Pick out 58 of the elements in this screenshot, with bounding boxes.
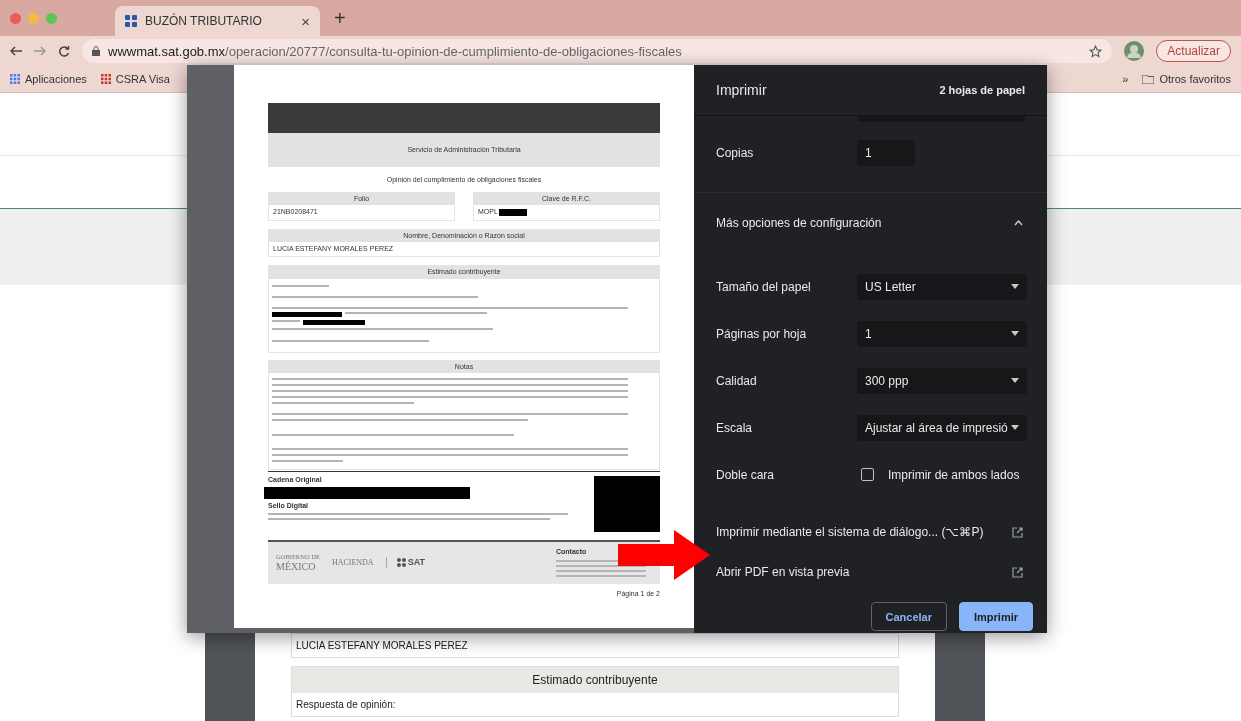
redaction-bar <box>498 208 527 216</box>
setting-label: Copias <box>716 146 755 160</box>
update-button[interactable]: Actualizar <box>1156 40 1231 62</box>
dropdown-caret-icon <box>1011 331 1019 336</box>
browser-tab[interactable]: BUZÓN TRIBUTARIO × <box>115 6 320 36</box>
grid-icon <box>125 15 137 27</box>
tab-title: BUZÓN TRIBUTARIO <box>145 14 263 28</box>
bookmarks-overflow-button[interactable]: » <box>1122 73 1129 85</box>
address-bar[interactable]: wwwmat.sat.gob.mx/operacion/20777/consulta-tu-opinion-de-cumplimiento-de-obligaciones-fiscales <box>82 39 1113 63</box>
checkbox-label: Imprimir de ambos lados <box>888 467 1020 482</box>
bookmark-icon <box>100 74 111 84</box>
external-link-icon[interactable] <box>1012 566 1023 578</box>
taxpayer-name: LUCIA ESTEFANY MORALES PEREZ <box>295 639 469 653</box>
setting-label: Páginas por hoja <box>716 326 808 341</box>
more-options-toggle[interactable]: Más opciones de configuración <box>694 193 1047 253</box>
print-option-link[interactable]: Abrir PDF en vista previa <box>716 565 850 579</box>
setting-label: Escala <box>716 420 754 435</box>
bookmark[interactable]: Aplicaciones <box>10 73 87 85</box>
setting-select[interactable]: US Letter <box>857 273 1027 300</box>
print-option-link[interactable]: Imprimir mediante el sistema de diálogo... (⌥⌘P) <box>716 525 984 539</box>
dropdown-caret-icon <box>1011 425 1019 430</box>
dropdown-caret-icon <box>1011 378 1019 383</box>
sheet-count: 2 hojas de papel <box>939 84 1025 96</box>
tab-close-button[interactable]: × <box>301 12 310 30</box>
response-label: Respuesta de opinión: <box>295 698 397 712</box>
setting-select[interactable]: 300 ppp <box>857 367 1027 394</box>
other-bookmarks-folder[interactable]: Otros favoritos <box>1142 73 1231 85</box>
star-icon[interactable] <box>1089 44 1103 58</box>
logo-text: MÉXICO <box>276 560 317 573</box>
lock-icon <box>92 46 100 56</box>
back-icon[interactable] <box>10 46 22 56</box>
profile-avatar-icon[interactable] <box>1124 41 1145 61</box>
logo-text: HACIENDA <box>331 557 374 568</box>
reload-icon[interactable] <box>58 45 70 57</box>
sat-logo-icon <box>396 558 406 568</box>
redaction-square <box>594 475 660 532</box>
bookmark[interactable]: CSRA Visa <box>100 73 170 85</box>
print-button[interactable]: Imprimir <box>959 602 1033 631</box>
setting-label: Tamaño del papel <box>716 279 812 294</box>
redaction-bar <box>272 311 342 317</box>
logo-text: SAT <box>407 557 425 568</box>
panel-title: Imprimir <box>716 82 767 98</box>
setting-select[interactable]: Ajustar al área de impresió <box>857 414 1027 441</box>
section-heading: Estimado contribuyente <box>292 667 898 693</box>
redaction-bar <box>303 319 366 325</box>
folder-icon <box>1142 74 1155 84</box>
setting-label: Calidad <box>716 373 758 388</box>
copies-field[interactable]: 1 <box>857 140 915 166</box>
setting-label: Doble cara <box>716 467 776 482</box>
setting-select[interactable]: 1 <box>857 320 1027 347</box>
text-lines <box>272 284 329 287</box>
bookmark-icon <box>10 74 20 84</box>
section-label: Más opciones de configuración <box>716 216 882 230</box>
text-lines <box>272 319 301 322</box>
checkbox[interactable] <box>861 468 874 481</box>
external-link-icon[interactable] <box>1012 526 1023 538</box>
cancel-button[interactable]: Cancelar <box>870 602 947 631</box>
new-tab-button[interactable]: + <box>328 6 352 30</box>
